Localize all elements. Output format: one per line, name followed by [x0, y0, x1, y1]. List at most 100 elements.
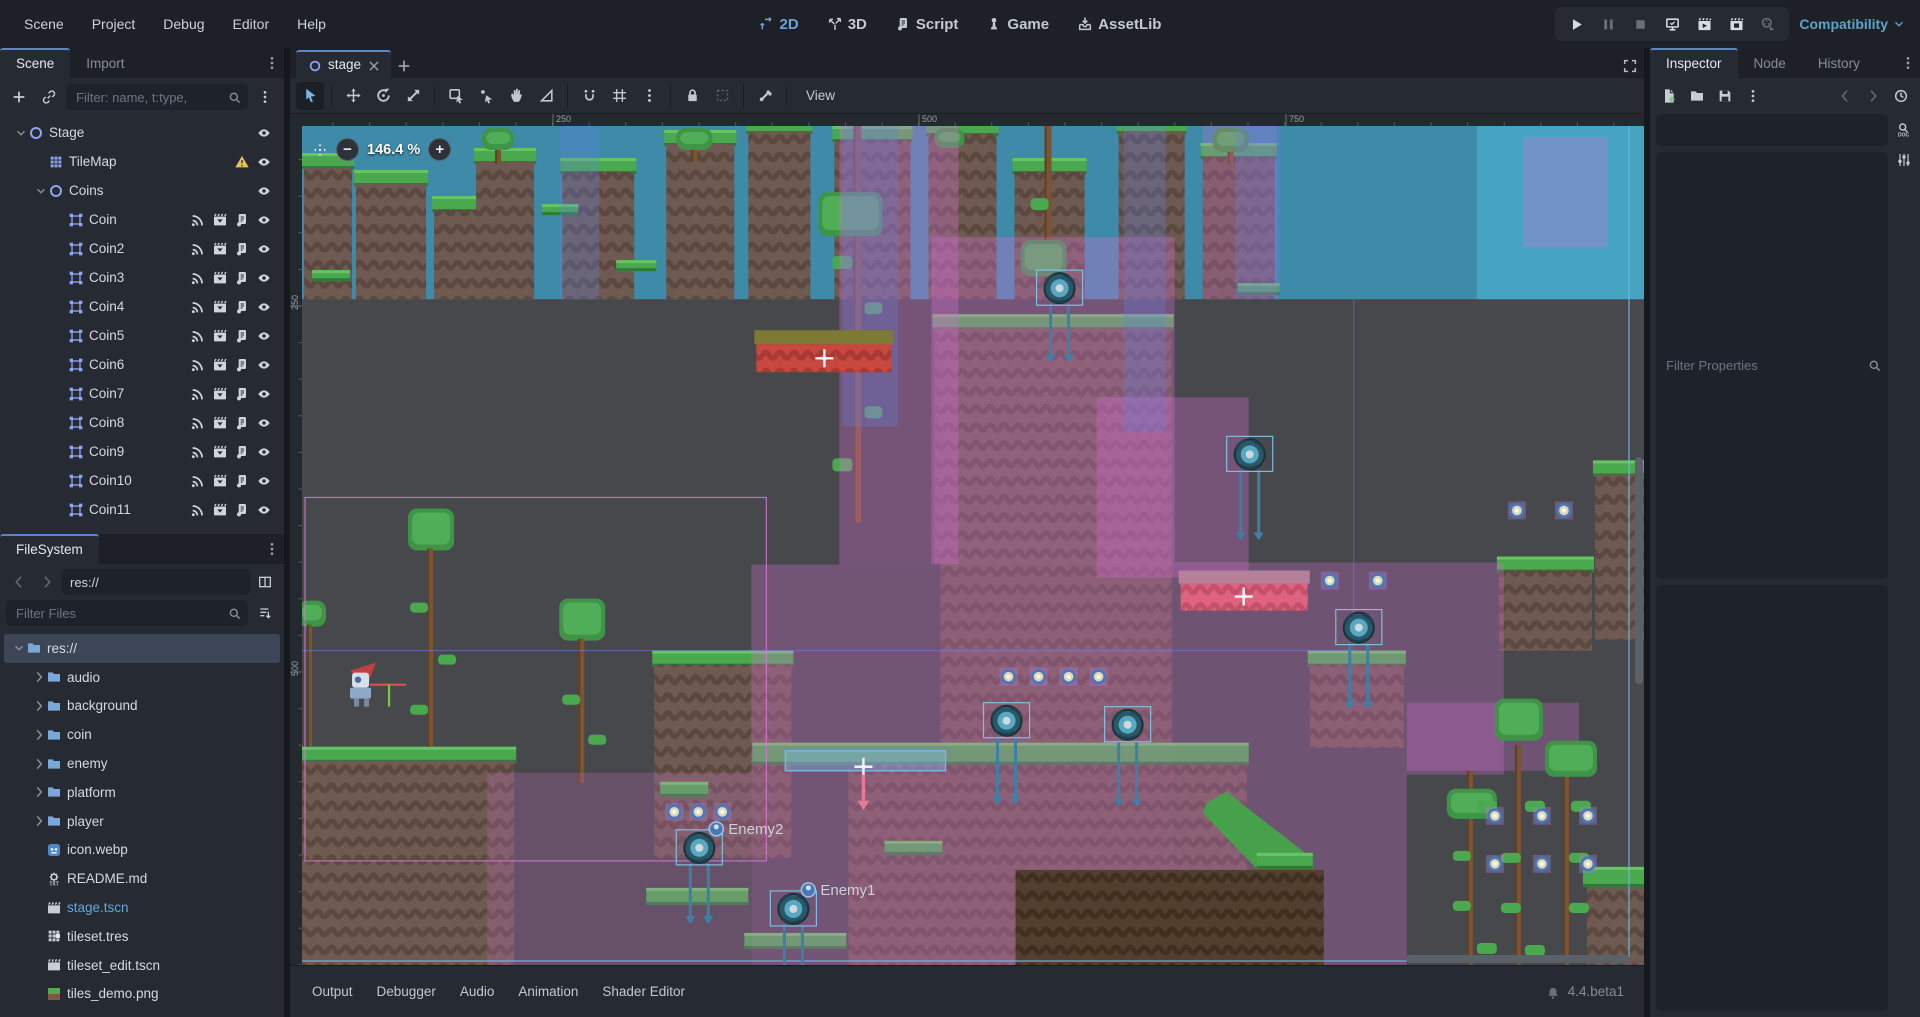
scene-dock-menu-icon[interactable]	[264, 55, 280, 71]
scene-node-coin[interactable]: Coin	[4, 205, 280, 234]
save-resource-button[interactable]	[1712, 83, 1738, 109]
eye-icon[interactable]	[256, 212, 272, 228]
instance-icon[interactable]	[212, 299, 228, 315]
script-icon[interactable]	[234, 241, 250, 257]
tool-select-button[interactable]	[296, 82, 324, 110]
coin-sprite[interactable]	[1090, 668, 1108, 686]
bottom-tab-debugger[interactable]: Debugger	[365, 976, 448, 1007]
smart-snap-button[interactable]	[575, 82, 603, 110]
eye-icon[interactable]	[256, 502, 272, 518]
signal-icon[interactable]	[190, 502, 206, 518]
menu-help[interactable]: Help	[285, 11, 338, 37]
close-icon[interactable]	[367, 58, 381, 72]
signal-icon[interactable]	[190, 328, 206, 344]
switch-script[interactable]: Script	[885, 11, 969, 38]
tool-snap-button[interactable]	[472, 82, 500, 110]
load-resource-button[interactable]	[1684, 83, 1710, 109]
signal-icon[interactable]	[190, 212, 206, 228]
eye-icon[interactable]	[256, 154, 272, 170]
new-scene-tab-button[interactable]	[391, 54, 417, 78]
filesystem-menu-icon[interactable]	[264, 541, 280, 557]
file-item[interactable]: stage.tscn	[4, 893, 280, 922]
script-icon[interactable]	[234, 415, 250, 431]
coin-sprite[interactable]	[665, 803, 683, 821]
scene-dock-tab-scene[interactable]: Scene	[0, 48, 70, 78]
center-view-icon[interactable]	[312, 142, 328, 158]
eye-icon[interactable]	[256, 241, 272, 257]
collapse-icon[interactable]	[12, 641, 26, 655]
movie-maker-button[interactable]	[1753, 10, 1783, 38]
add-node-button[interactable]	[6, 84, 32, 110]
instance-icon[interactable]	[212, 444, 228, 460]
inspector-dock-menu-icon[interactable]	[1900, 55, 1916, 71]
tool-rotate-button[interactable]	[369, 82, 397, 110]
resource-menu-button[interactable]	[1740, 83, 1766, 109]
menu-debug[interactable]: Debug	[151, 11, 216, 37]
signal-icon[interactable]	[190, 386, 206, 402]
search-docs-icon[interactable]: DOC	[1896, 122, 1912, 138]
file-item[interactable]: res://	[4, 634, 280, 663]
instance-icon[interactable]	[212, 415, 228, 431]
file-item[interactable]: background	[4, 692, 280, 721]
script-icon[interactable]	[234, 299, 250, 315]
expand-icon[interactable]	[32, 699, 46, 713]
menu-project[interactable]: Project	[80, 11, 148, 37]
nav-forward-button[interactable]	[34, 569, 60, 595]
scene-filter-input[interactable]	[76, 90, 228, 105]
scene-node-coin6[interactable]: Coin6	[4, 350, 280, 379]
signal-icon[interactable]	[190, 241, 206, 257]
play-button[interactable]	[1561, 10, 1591, 38]
scene-dock-tab-import[interactable]: Import	[70, 50, 140, 78]
switch-assetlib[interactable]: AssetLib	[1067, 11, 1171, 38]
coin-sprite[interactable]	[1321, 572, 1339, 590]
file-item[interactable]: tileset.tres	[4, 922, 280, 951]
eye-icon[interactable]	[256, 328, 272, 344]
play-scene-button[interactable]	[1689, 10, 1719, 38]
eye-icon[interactable]	[256, 183, 272, 199]
coin-sprite[interactable]	[689, 803, 707, 821]
script-icon[interactable]	[234, 357, 250, 373]
distraction-free-icon[interactable]	[1622, 58, 1638, 74]
coin-sprite[interactable]	[1533, 807, 1551, 825]
coin-sprite[interactable]	[1508, 501, 1526, 519]
file-item[interactable]: icon.webp	[4, 836, 280, 865]
scene-canvas[interactable]: Enemy2Enemy1	[302, 126, 1644, 965]
notifications-bell-icon[interactable]	[1546, 985, 1560, 999]
tab-filesystem[interactable]: FileSystem	[0, 534, 99, 564]
script-icon[interactable]	[234, 270, 250, 286]
toggle-split-mode-button[interactable]	[252, 569, 278, 595]
file-item[interactable]: tiles_demo.png	[4, 980, 280, 1009]
tool-scale-button[interactable]	[399, 82, 427, 110]
pause-button[interactable]	[1593, 10, 1623, 38]
instance-icon[interactable]	[212, 241, 228, 257]
bottom-tab-shader-editor[interactable]: Shader Editor	[590, 976, 697, 1007]
file-item[interactable]: coin	[4, 720, 280, 749]
property-filter-input[interactable]	[1666, 358, 1868, 373]
eye-icon[interactable]	[256, 299, 272, 315]
signal-icon[interactable]	[190, 299, 206, 315]
file-item[interactable]: enemy	[4, 749, 280, 778]
new-resource-button[interactable]	[1656, 83, 1682, 109]
history-forward-button[interactable]	[1860, 83, 1886, 109]
viewport-vscrollbar[interactable]	[1635, 457, 1643, 684]
eye-icon[interactable]	[256, 444, 272, 460]
script-icon[interactable]	[234, 502, 250, 518]
file-item[interactable]: audio	[4, 663, 280, 692]
expand-icon[interactable]	[32, 785, 46, 799]
scene-node-coin3[interactable]: Coin3	[4, 263, 280, 292]
scene-node-coin2[interactable]: Coin2	[4, 234, 280, 263]
scene-node-coin10[interactable]: Coin10	[4, 466, 280, 495]
eye-icon[interactable]	[256, 473, 272, 489]
switch-2d[interactable]: 2D	[749, 11, 809, 38]
file-item[interactable]: player	[4, 807, 280, 836]
eye-icon[interactable]	[256, 386, 272, 402]
play-custom-scene-button[interactable]	[1721, 10, 1751, 38]
object-history-button[interactable]	[1888, 83, 1914, 109]
file-item[interactable]: tileset_edit.tscn	[4, 951, 280, 980]
tool-pan-button[interactable]	[502, 82, 530, 110]
nav-back-button[interactable]	[6, 569, 32, 595]
menu-scene[interactable]: Scene	[12, 11, 76, 37]
signal-icon[interactable]	[190, 473, 206, 489]
zoom-in-button[interactable]: +	[428, 138, 451, 161]
eye-icon[interactable]	[256, 357, 272, 373]
